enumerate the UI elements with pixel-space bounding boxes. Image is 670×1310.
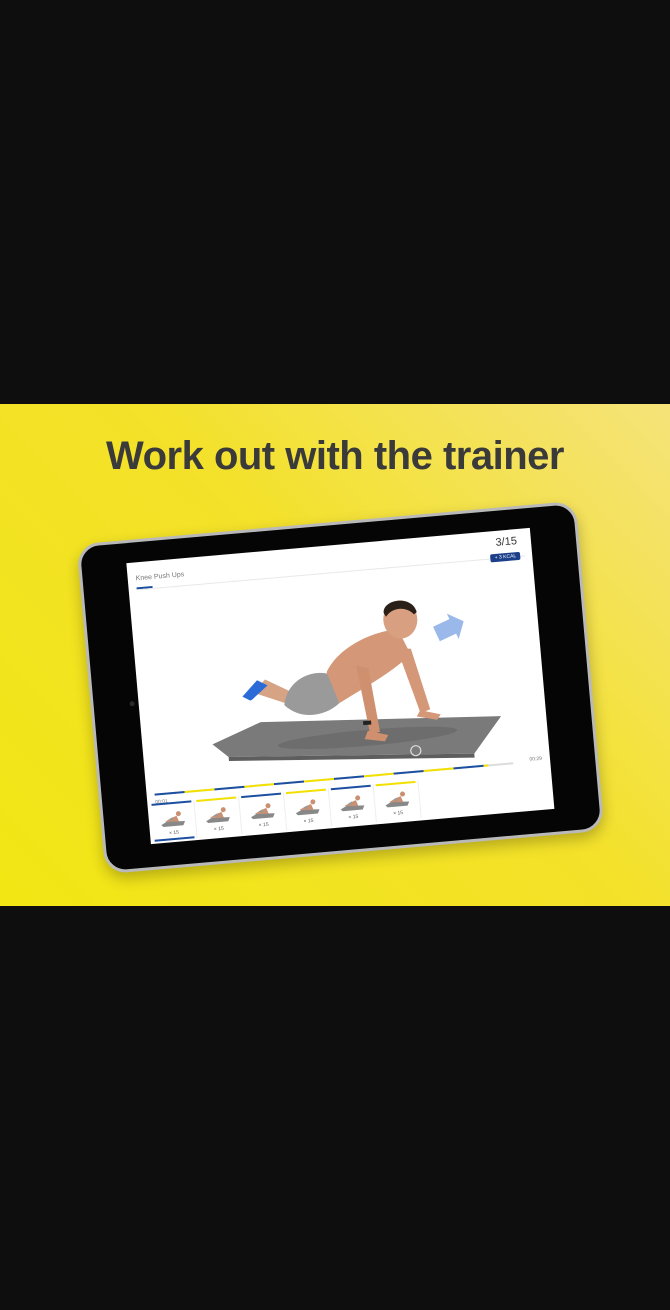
exercise-thumbnail-image: [295, 799, 320, 816]
thumbnail-segment: [241, 792, 282, 799]
exercise-counter: 3/15: [495, 535, 518, 549]
exercise-thumbnail-image: [250, 803, 275, 820]
exercise-thumbnail[interactable]: × 15: [328, 784, 377, 827]
thumbnail-reps: × 15: [303, 817, 314, 825]
exercise-thumbnail[interactable]: × 15: [283, 788, 333, 831]
thumbnail-reps: × 15: [348, 813, 359, 821]
thumbnail-segment: [285, 788, 326, 795]
tablet-device: Knee Push Ups 3/15 + 3 KCAL 00:29 × 15 ×…: [76, 500, 605, 875]
thumbnail-segment: [375, 780, 416, 787]
exercise-thumbnail-image: [161, 811, 186, 827]
thumbnail-reps: × 15: [393, 810, 404, 817]
thumbnail-segment: [330, 784, 371, 791]
exercise-thumbnail[interactable]: × 15: [373, 780, 422, 823]
exercise-thumbnail-image: [206, 807, 230, 824]
exercise-thumbnail-image: [385, 791, 410, 808]
thumbnail-reps: × 15: [258, 821, 269, 829]
exercise-thumbnail[interactable]: × 15: [194, 796, 243, 839]
breath-arrow-icon: [433, 613, 464, 642]
exercise-title: Knee Push Ups: [135, 571, 185, 583]
thumbnail-segment: [196, 796, 237, 802]
promo-banner: Work out with the trainer Knee Push Ups …: [0, 404, 670, 906]
time-total: 00:29: [529, 755, 543, 763]
exercise-thumbnail[interactable]: × 15: [149, 800, 198, 842]
thumbnail-reps: × 15: [213, 825, 225, 833]
arm-right: [396, 647, 431, 714]
exercise-thumbnail-image: [340, 795, 365, 812]
exercise-thumbnail[interactable]: × 15: [239, 792, 288, 835]
exercise-illustration: [212, 600, 502, 761]
camera-dot: [129, 701, 135, 707]
workout-player-screen: Knee Push Ups 3/15 + 3 KCAL 00:29 × 15 ×…: [126, 527, 555, 845]
headline: Work out with the trainer: [106, 434, 564, 478]
